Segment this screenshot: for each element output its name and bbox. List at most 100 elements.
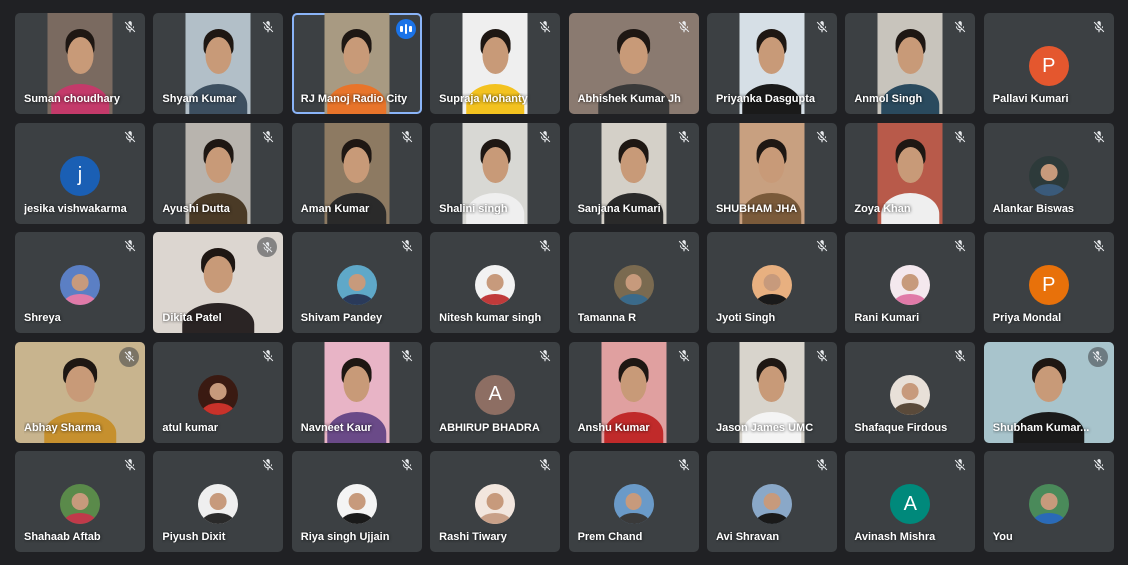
mic-off-icon	[400, 239, 414, 253]
mic-off-icon	[953, 20, 967, 34]
participant-tile[interactable]: Priyanka Dasgupta	[706, 13, 837, 114]
participant-name: Anshu Kumar	[577, 421, 650, 434]
participant-tile[interactable]: Dikita Patel	[153, 232, 284, 333]
participant-tile[interactable]: Rani Kumari	[845, 232, 976, 333]
mic-off-icon	[538, 239, 552, 253]
participant-name: Aman Kumar	[300, 202, 370, 215]
participant-tile[interactable]: Shahaab Aftab	[15, 451, 145, 552]
participant-tile[interactable]: Abhishek Kumar Jh	[568, 13, 699, 114]
mic-off-icon	[677, 20, 691, 34]
avatar	[336, 265, 377, 305]
avatar	[613, 484, 654, 524]
mic-off-icon	[538, 20, 552, 34]
mic-off-icon	[123, 20, 137, 34]
mic-off-icon	[261, 130, 275, 144]
participant-name: Dikita Patel	[162, 312, 222, 324]
participant-tile[interactable]: Navneet Kaur	[291, 341, 422, 443]
participant-name: Piyush Dixit	[162, 531, 226, 543]
participant-tile[interactable]: Piyush Dixit	[153, 451, 284, 552]
participant-tile[interactable]: You	[983, 451, 1114, 552]
avatar	[198, 374, 239, 415]
participant-tile[interactable]: Shubham Kumar...	[983, 341, 1114, 443]
participant-tile[interactable]: Aman Kumar	[291, 122, 422, 224]
mic-off-icon	[815, 239, 829, 253]
participant-tile[interactable]: Jason James UMC	[706, 341, 837, 443]
participant-name: Shalini singh	[439, 202, 508, 215]
mic-off-icon	[538, 130, 552, 144]
participant-name: Prem Chand	[577, 531, 643, 543]
mic-off-icon	[953, 239, 967, 253]
participant-tile[interactable]: P Pallavi Kumari	[983, 13, 1114, 114]
participant-tile[interactable]: Riya singh Ujjain	[291, 451, 422, 552]
participant-tile[interactable]: Tamanna R	[568, 232, 699, 333]
mic-off-icon	[1092, 239, 1106, 253]
avatar: j	[60, 155, 100, 196]
participant-tile[interactable]: Suman choudhary	[15, 13, 145, 114]
participant-tile[interactable]: P Priya Mondal	[983, 232, 1114, 333]
mic-off-icon	[119, 346, 139, 367]
mic-off-icon	[815, 458, 829, 472]
participant-name: SHUBHAM JHA	[715, 202, 798, 215]
mic-off-icon	[400, 130, 414, 144]
participant-tile[interactable]: Shivam Pandey	[291, 232, 422, 333]
avatar	[751, 265, 792, 305]
mic-off-icon	[261, 20, 275, 34]
mic-off-icon	[677, 239, 691, 253]
participant-tile[interactable]: Shyam Kumar	[153, 13, 284, 114]
mic-off-icon	[815, 349, 829, 363]
mic-off-icon	[123, 130, 137, 144]
participant-tile[interactable]: SHUBHAM JHA	[706, 122, 837, 224]
participant-name: Pallavi Kumari	[992, 93, 1069, 105]
avatar: P	[1028, 265, 1069, 305]
avatar	[198, 484, 239, 524]
participant-tile[interactable]: Rashi Tiwary	[430, 451, 561, 552]
participant-tile[interactable]: j jesika vishwakarma	[15, 122, 145, 224]
participant-tile[interactable]: A ABHIRUP BHADRA	[430, 341, 561, 443]
participant-tile[interactable]: Shafaque Firdous	[845, 341, 976, 443]
participant-tile[interactable]: Jyoti Singh	[706, 232, 837, 333]
participant-tile[interactable]: Nitesh kumar singh	[430, 232, 561, 333]
mic-off-icon	[677, 349, 691, 363]
participant-tile[interactable]: Shreya	[15, 232, 145, 333]
participant-tile[interactable]: Alankar Biswas	[983, 122, 1114, 224]
participant-tile[interactable]: Ayushi Dutta	[153, 122, 284, 224]
participant-tile[interactable]: Avi Shravan	[706, 451, 837, 552]
avatar: A	[475, 374, 516, 415]
mic-off-icon	[815, 20, 829, 34]
participant-name: Navneet Kaur	[300, 421, 372, 434]
mic-off-icon	[1087, 346, 1108, 367]
participant-grid: Suman choudhary Shyam Kumar RJ Manoj Radio…	[15, 13, 1119, 552]
participant-name: Shyam Kumar	[162, 93, 237, 105]
participant-tile[interactable]: Sanjana Kumari	[568, 122, 699, 224]
participant-tile[interactable]: Anshu Kumar	[568, 341, 699, 443]
participant-tile[interactable]: A Avinash Mishra	[845, 451, 976, 552]
avatar	[890, 265, 931, 305]
avatar	[890, 374, 931, 415]
participant-name: Shubham Kumar...	[992, 421, 1090, 434]
mic-off-icon	[953, 458, 967, 472]
mic-off-icon	[400, 458, 414, 472]
participant-tile[interactable]: Prem Chand	[568, 451, 699, 552]
mic-off-icon	[1092, 130, 1106, 144]
participant-name: You	[992, 531, 1013, 543]
participant-name: Abhay Sharma	[24, 421, 102, 434]
participant-tile[interactable]: Zoya Khan	[845, 122, 976, 224]
participant-tile[interactable]: Shalini singh	[430, 122, 561, 224]
participant-tile[interactable]: RJ Manoj Radio City	[291, 13, 422, 114]
participant-name: Avi Shravan	[715, 531, 780, 543]
participant-tile[interactable]: Abhay Sharma	[15, 341, 145, 443]
participant-name: Priya Mondal	[992, 312, 1062, 324]
participant-name: Ayushi Dutta	[162, 202, 230, 215]
participant-tile[interactable]: atul kumar	[153, 341, 284, 443]
mic-off-icon	[1092, 20, 1106, 34]
participant-tile[interactable]: Anmol Singh	[845, 13, 976, 114]
participant-name: Rashi Tiwary	[439, 531, 507, 543]
mic-off-icon	[261, 349, 275, 363]
participant-name: RJ Manoj Radio City	[300, 93, 408, 105]
participant-name: Avinash Mishra	[854, 531, 936, 543]
avatar	[475, 265, 516, 305]
avatar	[336, 484, 377, 524]
participant-tile[interactable]: Supraja Mohanty	[430, 13, 561, 114]
participant-name: Jason James UMC	[715, 421, 814, 434]
participant-name: Rani Kumari	[854, 312, 920, 324]
